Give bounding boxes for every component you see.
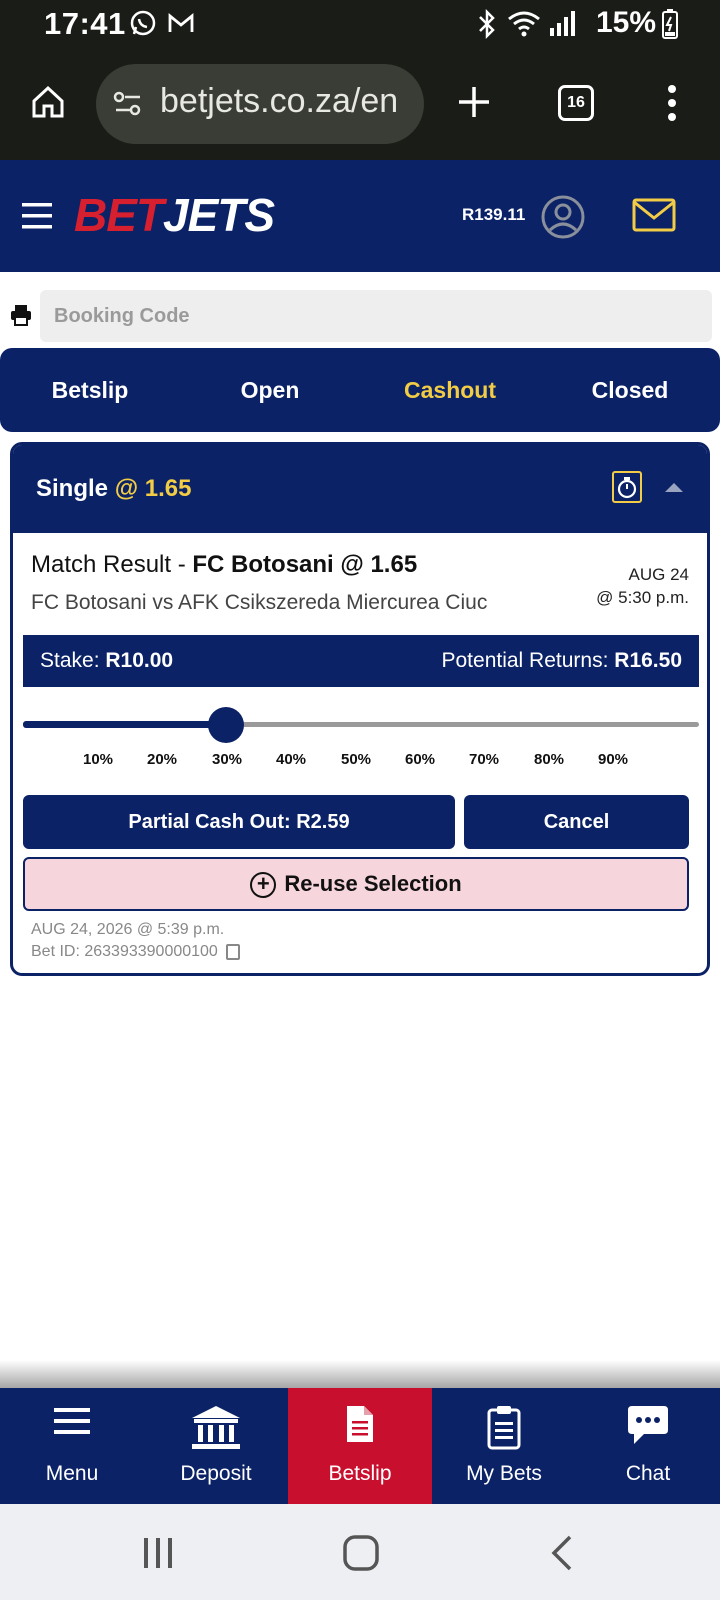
whatsapp-icon: [130, 10, 156, 36]
nav-menu[interactable]: Menu: [0, 1388, 144, 1504]
slider-tick-label[interactable]: 80%: [534, 751, 564, 768]
signal-icon: [550, 11, 575, 36]
slider-tick-label[interactable]: 30%: [212, 751, 242, 768]
bet-id: Bet ID: 263393390000100: [31, 943, 218, 960]
bet-card: Single @ 1.65 Match Result - FC Botosani…: [10, 442, 710, 976]
slider-tick-label[interactable]: 90%: [598, 751, 628, 768]
slider-tick-label[interactable]: 50%: [341, 751, 371, 768]
bank-icon: [192, 1406, 240, 1449]
home-button-icon[interactable]: [342, 1534, 380, 1572]
logo-jets: JETS: [163, 189, 275, 241]
nav-chat[interactable]: Chat: [576, 1388, 720, 1504]
nav-deposit-label: Deposit: [180, 1462, 252, 1485]
mail-icon[interactable]: [632, 198, 676, 232]
bet-id-line: Bet ID: 263393390000100: [31, 943, 241, 961]
tab-count: 16: [567, 94, 585, 111]
slider-tick-label[interactable]: 20%: [147, 751, 177, 768]
match-teams: FC Botosani vs AFK Csikszereda Miercurea…: [31, 591, 488, 614]
chat-bubble-icon: [628, 1406, 668, 1444]
home-icon[interactable]: [30, 84, 66, 120]
returns-label: Potential Returns:: [441, 649, 609, 672]
printer-icon[interactable]: [10, 304, 32, 326]
match-datetime: AUG 24 @ 5:30 p.m.: [596, 563, 689, 609]
stake-label: Stake:: [40, 649, 100, 672]
bet-title: Single @ 1.65: [36, 475, 191, 503]
tab-cashout[interactable]: Cashout: [360, 348, 540, 432]
reuse-selection-button[interactable]: + Re-use Selection: [23, 857, 689, 911]
plus-circle-icon: +: [250, 871, 277, 898]
more-options-icon[interactable]: [662, 84, 682, 122]
stake-value: R10.00: [105, 649, 174, 672]
slider-tick-label[interactable]: 60%: [405, 751, 435, 768]
address-bar[interactable]: betjets.co.za/en: [96, 64, 424, 144]
cancel-button[interactable]: Cancel: [464, 795, 689, 849]
site-header: BETJETS R139.11: [0, 160, 720, 272]
bluetooth-icon: [479, 8, 495, 40]
tab-open[interactable]: Open: [180, 348, 360, 432]
market-line: Match Result - FC Botosani @ 1.65: [31, 551, 417, 579]
match-date: AUG 24: [628, 565, 689, 584]
booking-code-field[interactable]: [40, 290, 712, 342]
hamburger-menu-icon[interactable]: [22, 202, 52, 230]
gmail-icon: [168, 13, 194, 32]
betjets-logo[interactable]: BETJETS: [74, 188, 275, 242]
bet-type: Single: [36, 475, 109, 502]
nav-betslip[interactable]: Betslip: [288, 1388, 432, 1504]
slider-thumb[interactable]: [208, 707, 244, 743]
logo-bet: BET: [74, 189, 164, 241]
returns-value: R16.50: [614, 649, 682, 672]
status-bar: 17:41 15%: [0, 0, 720, 50]
status-time: 17:41: [44, 6, 126, 41]
nav-deposit[interactable]: Deposit: [144, 1388, 288, 1504]
browser-toolbar: betjets.co.za/en 16: [0, 50, 720, 160]
stake-info: Stake: R10.00: [40, 649, 173, 673]
booking-code-input[interactable]: [40, 290, 712, 342]
back-icon[interactable]: [550, 1534, 574, 1572]
bet-card-header[interactable]: Single @ 1.65: [13, 445, 707, 533]
nav-my-bets[interactable]: My Bets: [432, 1388, 576, 1504]
user-account-icon[interactable]: [540, 194, 586, 240]
document-icon: [347, 1406, 373, 1442]
tab-switcher-button[interactable]: 16: [558, 85, 594, 121]
stake-bar: Stake: R10.00 Potential Returns: R16.50: [23, 635, 699, 687]
bottom-nav-shadow: [0, 1360, 720, 1388]
slider-tick-label[interactable]: 70%: [469, 751, 499, 768]
nav-betslip-label: Betslip: [328, 1462, 392, 1485]
battery-charging-icon: [662, 9, 678, 39]
betslip-tabs: Betslip Open Cashout Closed: [0, 348, 720, 432]
slider-tick-label[interactable]: 40%: [276, 751, 306, 768]
url-text: betjets.co.za/en: [160, 82, 399, 120]
chevron-up-icon[interactable]: [665, 483, 683, 492]
recent-apps-icon[interactable]: [142, 1536, 174, 1570]
menu-icon: [54, 1408, 90, 1434]
selection-name: FC Botosani @ 1.65: [192, 551, 418, 578]
wifi-icon: [508, 11, 540, 37]
nav-chat-label: Chat: [625, 1462, 671, 1485]
stopwatch-icon: [612, 471, 642, 503]
new-tab-icon[interactable]: [456, 84, 492, 120]
bottom-navigation: Menu Deposit Betslip My Bets Chat: [0, 1388, 720, 1504]
bet-placed-datetime: AUG 24, 2026 @ 5:39 p.m.: [31, 921, 225, 938]
nav-my-bets-label: My Bets: [466, 1462, 542, 1485]
site-settings-icon[interactable]: [112, 88, 144, 120]
match-time: @ 5:30 p.m.: [596, 588, 689, 607]
tab-closed[interactable]: Closed: [540, 348, 720, 432]
account-balance[interactable]: R139.11: [462, 205, 525, 225]
market-name: Match Result -: [31, 551, 193, 578]
tab-betslip[interactable]: Betslip: [0, 348, 180, 432]
slider-tick-label[interactable]: 10%: [83, 751, 113, 768]
reuse-selection-label: Re-use Selection: [284, 871, 462, 897]
system-navigation-bar: [0, 1504, 720, 1600]
nav-menu-label: Menu: [45, 1462, 99, 1485]
partial-cashout-slider[interactable]: [23, 705, 699, 745]
slider-ticks: 10% 20% 30% 40% 50% 60% 70% 80% 90%: [13, 751, 707, 775]
battery-percent: 15%: [596, 6, 657, 39]
partial-cashout-button[interactable]: Partial Cash Out: R2.59: [23, 795, 455, 849]
bet-total-odds: @ 1.65: [114, 475, 192, 502]
slider-fill: [23, 721, 226, 728]
returns-info: Potential Returns: R16.50: [442, 649, 683, 673]
copy-icon[interactable]: [226, 943, 241, 960]
clipboard-icon: [487, 1406, 521, 1450]
